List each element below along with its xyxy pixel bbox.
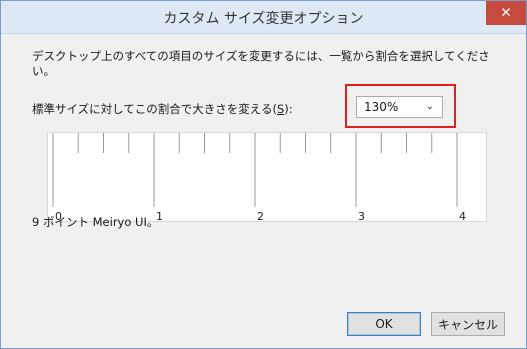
scale-label-suffix: ): [284, 102, 293, 116]
scale-label: 標準サイズに対してこの割合で大きさを変える(S): [32, 101, 293, 117]
close-button[interactable]: ✕ [486, 1, 526, 25]
scale-dropdown[interactable]: 130% ⌄ [356, 96, 443, 118]
title-bar[interactable]: カスタム サイズ変更オプション ✕ [1, 1, 526, 34]
scale-dropdown-value: 130% [364, 100, 399, 114]
dialog-window: カスタム サイズ変更オプション ✕ デスクトップ上のすべての項目のサイズを変更す… [0, 0, 527, 349]
ruler-label: 2 [257, 210, 264, 223]
chevron-down-icon: ⌄ [425, 101, 434, 112]
ruler-label: 4 [459, 210, 466, 223]
ruler-graphic: 01234 [52, 133, 466, 223]
ruler: 01234 [47, 132, 487, 223]
cancel-button[interactable]: キャンセル [431, 312, 505, 336]
description-text: デスクトップ上のすべての項目のサイズを変更するには、一覧から割合を選択してくださ… [32, 49, 490, 78]
ruler-label: 3 [358, 210, 365, 223]
close-icon: ✕ [500, 5, 512, 20]
scale-label-prefix: 標準サイズに対してこの割合で大きさを変える( [32, 102, 277, 116]
dialog-title: カスタム サイズ変更オプション [163, 11, 364, 27]
dialog-body: デスクトップ上のすべての項目のサイズを変更するには、一覧から割合を選択してくださ… [1, 34, 526, 348]
font-note: 9 ポイント Meiryo UI。 [32, 215, 159, 229]
ok-button[interactable]: OK [347, 312, 421, 336]
ruler-ticks [52, 133, 458, 207]
